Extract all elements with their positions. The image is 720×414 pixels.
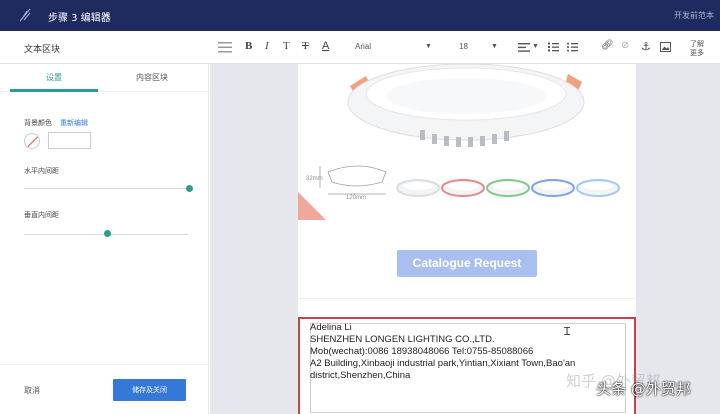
canvas-divider [298, 298, 636, 299]
ordered-list-icon[interactable] [548, 42, 559, 52]
quill-logo-icon [19, 8, 31, 22]
h-padding-slider-thumb[interactable] [186, 185, 193, 192]
bold-icon[interactable]: B [245, 40, 252, 52]
image-icon[interactable] [660, 42, 671, 52]
dimension-height: 32mm [306, 176, 323, 182]
strikethrough-icon[interactable]: T [302, 40, 309, 52]
header-right-link[interactable]: 开发前范本 [674, 10, 714, 21]
product-image: 32mm 120mm [298, 64, 620, 220]
catalogue-request-button[interactable]: Catalogue Request [397, 250, 537, 277]
color-variant-ring-face [583, 182, 613, 190]
size-caret-icon[interactable]: ▼ [491, 43, 498, 50]
cancel-button[interactable]: 取消 [24, 385, 40, 396]
unlink-icon[interactable]: ⊘ [621, 40, 629, 51]
bg-color-input[interactable] [48, 132, 91, 149]
h-padding-label: 水平内间距 [24, 167, 59, 175]
color-variant-ring-face [538, 182, 568, 190]
panel-footer-divider [0, 364, 209, 365]
editor-toolbar: 文本区块 B I T T A Arial ▼ 18 ▼ ▼ 🔗︎ ⊘ ⚓︎ 了解… [0, 31, 720, 64]
bullet-list-icon[interactable] [567, 42, 578, 52]
contact-name[interactable]: Adelina Li [310, 322, 352, 333]
italic-icon[interactable]: I [265, 40, 269, 52]
contact-company[interactable]: SHENZHEN LONGEN LIGHTING CO.,LTD. [310, 334, 495, 345]
top-bar: 步骤 3 编辑器 ⌄ 开发前范本 [0, 0, 720, 31]
editor-workspace: 32mm 120mm Catalogue Request Adelina Li … [210, 64, 720, 414]
color-variant-rings [396, 179, 620, 197]
text-cursor-icon: Ɪ [564, 326, 571, 338]
link-icon[interactable]: 🔗︎ [601, 40, 614, 51]
font-size-select[interactable]: 18 [459, 42, 468, 51]
chevron-down-icon[interactable]: ⌄ [102, 8, 110, 19]
font-family-select[interactable]: Arial [355, 42, 371, 51]
contact-address-line1[interactable]: A2 Building,Xinbaoji industrial park,Yin… [310, 358, 575, 369]
bg-color-reset-link[interactable]: 重新编辑 [60, 118, 88, 128]
h-padding-slider-track[interactable] [24, 188, 190, 189]
v-padding-slider-thumb[interactable] [104, 230, 111, 237]
dimension-width: 120mm [346, 195, 366, 201]
block-title: 文本区块 [24, 45, 61, 55]
color-variant-ring-face [403, 182, 433, 190]
save-and-close-button[interactable]: 储存及关闭 [113, 379, 186, 401]
anchor-icon[interactable]: ⚓︎ [641, 40, 651, 53]
tab-settings[interactable]: 设置 [46, 72, 62, 83]
no-color-swatch[interactable] [24, 133, 40, 149]
more-options[interactable]: 了解 更多 [690, 40, 704, 58]
hamburger-icon[interactable] [218, 42, 232, 53]
color-variant-ring-face [493, 182, 523, 190]
v-padding-label: 垂直内间距 [24, 211, 59, 219]
font-color-icon[interactable]: A [322, 40, 329, 52]
color-variant-ring-face [448, 182, 478, 190]
toutiao-watermark: 头条 @外贸邦 [596, 380, 691, 398]
settings-panel: 设置 内容区块 背景颜色 重新编辑 水平内间距 垂直内间距 取消 储存及关闭 [0, 64, 209, 414]
font-caret-icon[interactable]: ▼ [425, 43, 432, 50]
contact-phone[interactable]: Mob(wechat):0086 18938048066 Tel:0755-85… [310, 346, 533, 357]
panel-tabs: 设置 内容区块 [0, 64, 209, 92]
text-size-icon[interactable]: T [283, 40, 290, 52]
active-tab-indicator [10, 89, 98, 92]
email-canvas: 32mm 120mm Catalogue Request Adelina Li … [298, 64, 636, 414]
contact-address-line2[interactable]: district,Shenzhen,China [310, 370, 410, 381]
align-caret-icon[interactable]: ▼ [532, 43, 539, 50]
bg-color-label: 背景颜色 [24, 119, 52, 127]
align-icon[interactable] [518, 43, 530, 52]
tab-content-blocks[interactable]: 内容区块 [136, 72, 168, 83]
